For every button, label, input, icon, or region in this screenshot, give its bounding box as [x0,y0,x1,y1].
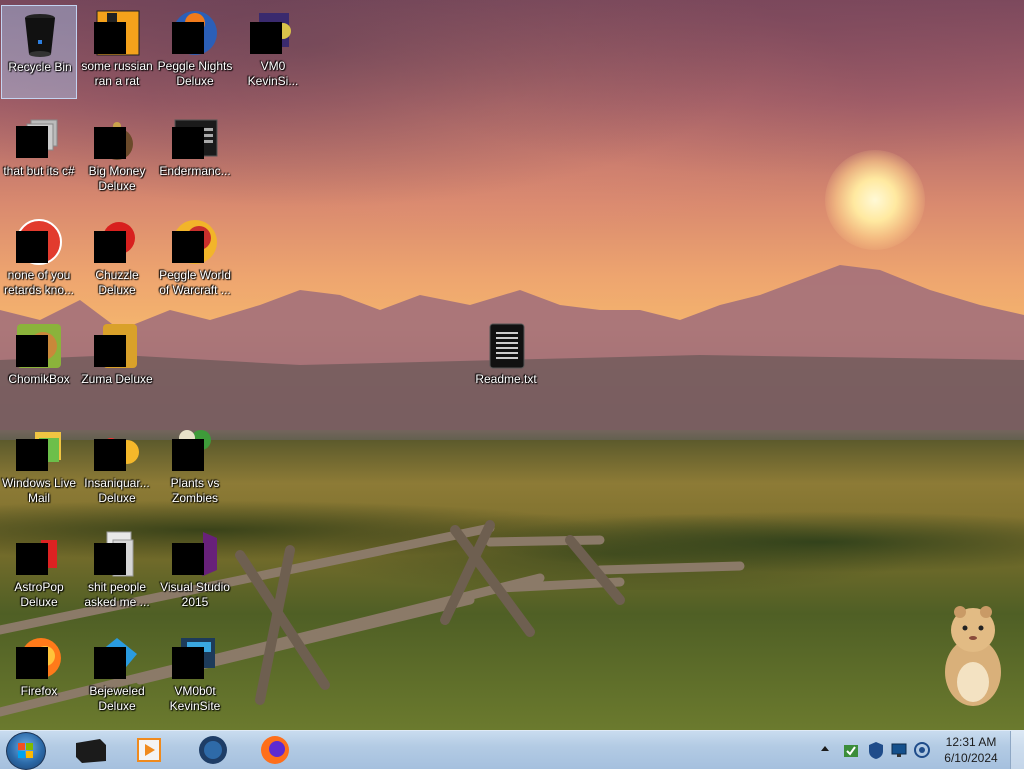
system-clock[interactable]: 12:31 AM 6/10/2024 [936,734,1006,766]
show-hidden-icons-chevron[interactable] [819,741,831,757]
desktop-icon-none-of-you[interactable]: none of you retards kno... [1,214,77,308]
media-player-icon [137,738,161,762]
desktop-icon-bejeweled[interactable]: Bejeweled Deluxe [79,630,155,724]
clock-time: 12:31 AM [945,735,997,749]
icon-label: Big Money Deluxe [88,164,146,193]
icon-label: that but its c# [3,164,75,178]
icon-label: some russian ran a rat [81,59,153,88]
desktop-icon-readme[interactable]: Readme.txt [468,318,544,412]
redaction-block [94,543,126,575]
icon-label: Insaniquar... Deluxe [84,476,150,505]
start-button[interactable] [6,732,46,770]
desktop-icon-vm0-kevinsi[interactable]: VM0 KevinSi... [235,5,311,99]
taskbar-button-media-player[interactable] [124,733,174,767]
desktop-icon-firefox[interactable]: Firefox [1,630,77,724]
icon-label: VM0 KevinSi... [247,59,299,88]
redaction-block [16,647,48,679]
icon-label: none of you retards kno... [3,268,75,297]
taskbar-button-terminal[interactable] [66,733,116,767]
desktop-icon-chomikbox[interactable]: ChomikBox [1,318,77,412]
icon-label: Peggle World of Warcraft ... [159,268,231,297]
desktop-icon-insaniquarium[interactable]: Insaniquar... Deluxe [79,422,155,516]
monitor-icon[interactable] [890,741,908,759]
desktop-icon-peggle-nights[interactable]: Peggle Nights Deluxe [157,5,233,99]
icon-label: Windows Live Mail [1,476,77,505]
desktop-icon-that-but-its-c[interactable]: that but its c# [1,110,77,204]
firefox-icon [261,736,289,764]
desktop-icon-big-money[interactable]: Big Money Deluxe [79,110,155,204]
redaction-block [94,439,126,471]
icon-label: Firefox [20,684,58,698]
redaction-block [94,335,126,367]
desktop-icon-astropop[interactable]: AstroPop Deluxe [1,526,77,620]
redaction-block [16,126,48,158]
text-file-icon [489,323,525,369]
icon-label: Readme.txt [475,372,537,386]
taskbar-button-firefox[interactable] [250,733,300,767]
desktop-icon-peggle-wow[interactable]: Peggle World of Warcraft ... [157,214,233,308]
taskbar-button-network-globe[interactable] [188,733,238,767]
redaction-block [94,231,126,263]
recycle-bin-icon [25,14,55,57]
icon-label: Plants vs Zombies [170,476,220,505]
icon-label: AstroPop Deluxe [14,580,64,609]
icon-label: Peggle Nights Deluxe [157,59,233,88]
redaction-block [172,647,204,679]
redaction-block [16,439,48,471]
redaction-block [16,335,48,367]
redaction-block [172,22,204,54]
redaction-block [94,647,126,679]
desktop-icon-visual-studio[interactable]: Visual Studio 2015 [157,526,233,620]
icon-label: Bejeweled Deluxe [89,684,145,713]
redaction-block [172,231,204,263]
network-icon[interactable] [913,740,931,760]
desktop-icon-some-russian[interactable]: some russian ran a rat [79,5,155,99]
show-desktop-button[interactable] [1010,731,1024,769]
terminal-icon [76,739,106,763]
redaction-block [94,127,126,159]
taskbar: 12:31 AM 6/10/2024 [0,730,1024,770]
desktop-icon-recycle-bin[interactable]: Recycle Bin [1,5,77,99]
icon-label: Recycle Bin [8,60,72,74]
icon-label: ChomikBox [8,372,70,386]
desktop-icon-shit-people-asked[interactable]: shit people asked me ... [79,526,155,620]
icon-label: Chuzzle Deluxe [95,268,139,297]
network-globe-icon [199,736,227,764]
icon-label: Zuma Deluxe [81,372,153,386]
desktop-icon-zuma[interactable]: Zuma Deluxe [79,318,155,412]
desktop-icon-vm0b0t-kevinsite[interactable]: VM0b0t KevinSite [157,630,233,724]
icon-label: VM0b0t KevinSite [169,684,221,713]
icon-label: Endermanc... [159,164,231,178]
redaction-block [172,127,204,159]
desktop-icon-chuzzle[interactable]: Chuzzle Deluxe [79,214,155,308]
desktop-icon-windows-live-mail[interactable]: Windows Live Mail [1,422,77,516]
hamster-overlay [945,606,1001,706]
redaction-block [250,22,282,54]
security-center-icon[interactable] [842,741,860,759]
redaction-block [172,439,204,471]
redaction-block [16,231,48,263]
windows-start-icon [18,743,33,758]
redaction-block [94,22,126,54]
icon-label: shit people asked me ... [84,580,150,609]
redaction-block [16,543,48,575]
shield-icon[interactable] [867,740,885,760]
redaction-block [172,543,204,575]
icon-label: Visual Studio 2015 [160,580,230,609]
desktop-icon-endermanc[interactable]: Endermanc... [157,110,233,204]
clock-date: 6/10/2024 [944,751,998,765]
desktop-icon-plants-vs-zombies[interactable]: Plants vs Zombies [157,422,233,516]
